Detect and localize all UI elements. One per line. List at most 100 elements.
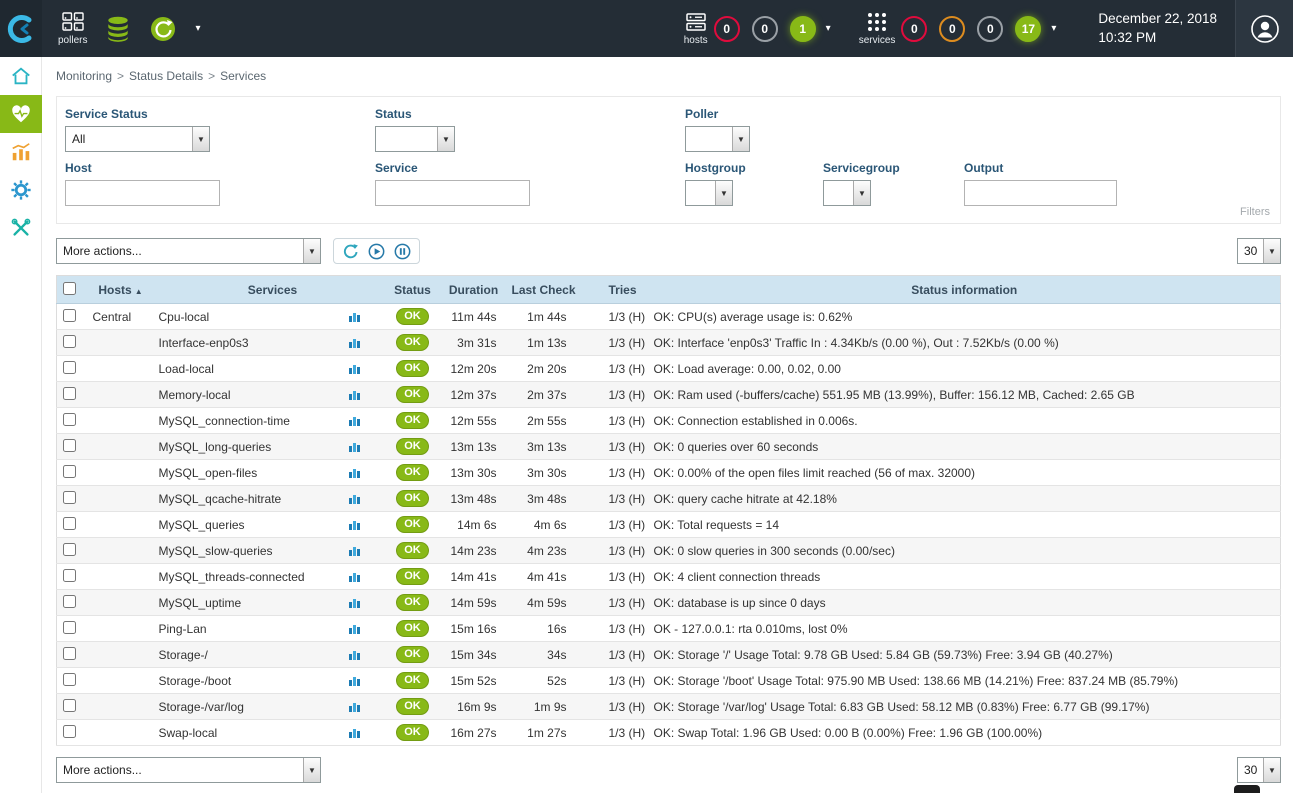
service-link[interactable]: Interface-enp0s3 <box>159 336 249 350</box>
service-link[interactable]: Storage-/var/log <box>159 700 244 714</box>
row-checkbox[interactable] <box>63 673 76 686</box>
row-checkbox[interactable] <box>63 517 76 530</box>
row-checkbox[interactable] <box>63 387 76 400</box>
row-checkbox[interactable] <box>63 465 76 478</box>
row-checkbox[interactable] <box>63 439 76 452</box>
header-duration[interactable]: Duration <box>439 276 509 304</box>
row-checkbox[interactable] <box>63 569 76 582</box>
service-link[interactable]: MySQL_uptime <box>159 596 242 610</box>
row-checkbox[interactable] <box>63 621 76 634</box>
row-checkbox[interactable] <box>63 413 76 426</box>
service-graph-icon[interactable] <box>348 700 361 713</box>
centreon-logo[interactable] <box>0 0 42 57</box>
service-graph-icon[interactable] <box>348 648 361 661</box>
service-link[interactable]: MySQL_long-queries <box>159 440 272 454</box>
service-link[interactable]: Load-local <box>159 362 214 376</box>
page-size-select-top[interactable]: 30 ▼ <box>1237 238 1281 264</box>
services-dropdown-chevron-icon[interactable]: ▾ <box>1051 23 1056 34</box>
service-link[interactable]: MySQL_slow-queries <box>159 544 273 558</box>
services-menu[interactable]: services <box>859 11 896 46</box>
user-menu[interactable] <box>1235 0 1293 57</box>
services-counter-critical[interactable]: 0 <box>901 16 927 42</box>
service-graph-icon[interactable] <box>348 388 361 401</box>
sidebar-item-administration[interactable] <box>0 209 42 247</box>
row-checkbox[interactable] <box>63 647 76 660</box>
services-counter-warning[interactable]: 0 <box>939 16 965 42</box>
hosts-counter-up[interactable]: 1 <box>790 16 816 42</box>
host-cell[interactable]: Central <box>83 304 159 330</box>
page-size-select-bottom[interactable]: 30 ▼ <box>1237 757 1281 783</box>
header-tries[interactable]: Tries <box>579 276 649 304</box>
more-actions-select-bottom[interactable]: More actions... ▼ <box>56 757 321 783</box>
service-link[interactable]: Cpu-local <box>159 310 210 324</box>
service-link[interactable]: Storage-/ <box>159 648 208 662</box>
pause-button-icon[interactable] <box>394 243 411 260</box>
row-checkbox[interactable] <box>63 335 76 348</box>
poller-select[interactable]: ▼ <box>685 126 750 152</box>
select-all-checkbox[interactable] <box>63 282 76 295</box>
header-services[interactable]: Services <box>159 276 387 304</box>
hosts-counter-down[interactable]: 0 <box>714 16 740 42</box>
service-status-select[interactable]: All ▼ <box>65 126 210 152</box>
host-input[interactable] <box>65 180 220 206</box>
service-graph-icon[interactable] <box>348 362 361 375</box>
service-link[interactable]: Ping-Lan <box>159 622 207 636</box>
row-checkbox[interactable] <box>63 699 76 712</box>
poller-latency-status[interactable] <box>149 15 177 43</box>
service-link[interactable]: MySQL_qcache-hitrate <box>159 492 282 506</box>
service-link[interactable]: MySQL_queries <box>159 518 245 532</box>
service-graph-icon[interactable] <box>348 336 361 349</box>
header-hosts[interactable]: Hosts▲ <box>83 276 159 304</box>
pollers-menu[interactable]: pollers <box>58 11 87 46</box>
service-graph-icon[interactable] <box>348 492 361 505</box>
service-input[interactable] <box>375 180 530 206</box>
database-status[interactable] <box>105 15 131 43</box>
play-button-icon[interactable] <box>368 243 385 260</box>
service-graph-icon[interactable] <box>348 674 361 687</box>
output-input[interactable] <box>964 180 1117 206</box>
service-link[interactable]: Memory-local <box>159 388 231 402</box>
hosts-counter-unreachable[interactable]: 0 <box>752 16 778 42</box>
header-status[interactable]: Status <box>387 276 439 304</box>
header-status-information[interactable]: Status information <box>649 276 1281 304</box>
hosts-dropdown-chevron-icon[interactable]: ▾ <box>826 23 831 34</box>
refresh-button-icon[interactable] <box>342 243 359 260</box>
sidebar-item-monitoring[interactable] <box>0 95 42 133</box>
row-checkbox[interactable] <box>63 725 76 738</box>
row-checkbox[interactable] <box>63 595 76 608</box>
scroll-top-button[interactable] <box>1234 785 1260 793</box>
service-graph-icon[interactable] <box>348 440 361 453</box>
service-graph-icon[interactable] <box>348 622 361 635</box>
poller-dropdown-chevron-icon[interactable]: ▾ <box>195 23 200 34</box>
row-checkbox[interactable] <box>63 361 76 374</box>
header-last-check[interactable]: Last Check <box>509 276 579 304</box>
service-link[interactable]: MySQL_threads-connected <box>159 570 305 584</box>
breadcrumb-item-status-details[interactable]: Status Details <box>129 69 203 83</box>
sidebar-item-reporting[interactable] <box>0 133 42 171</box>
row-checkbox[interactable] <box>63 491 76 504</box>
hostgroup-select[interactable]: ▼ <box>685 180 733 206</box>
service-graph-icon[interactable] <box>348 544 361 557</box>
service-graph-icon[interactable] <box>348 570 361 583</box>
sidebar-item-home[interactable] <box>0 57 42 95</box>
service-graph-icon[interactable] <box>348 726 361 739</box>
row-checkbox[interactable] <box>63 309 76 322</box>
sidebar-item-configuration[interactable] <box>0 171 42 209</box>
servicegroup-select[interactable]: ▼ <box>823 180 871 206</box>
more-actions-select-top[interactable]: More actions... ▼ <box>56 238 321 264</box>
services-counter-ok[interactable]: 17 <box>1015 16 1041 42</box>
services-counter-unknown[interactable]: 0 <box>977 16 1003 42</box>
breadcrumb-item-monitoring[interactable]: Monitoring <box>56 69 112 83</box>
status-select[interactable]: ▼ <box>375 126 455 152</box>
hosts-menu[interactable]: hosts <box>684 11 708 46</box>
service-link[interactable]: Swap-local <box>159 726 218 740</box>
service-graph-icon[interactable] <box>348 310 361 323</box>
service-graph-icon[interactable] <box>348 596 361 609</box>
service-link[interactable]: MySQL_open-files <box>159 466 258 480</box>
service-link[interactable]: Storage-/boot <box>159 674 232 688</box>
service-graph-icon[interactable] <box>348 518 361 531</box>
breadcrumb-item-services[interactable]: Services <box>220 69 266 83</box>
row-checkbox[interactable] <box>63 543 76 556</box>
service-link[interactable]: MySQL_connection-time <box>159 414 290 428</box>
service-graph-icon[interactable] <box>348 466 361 479</box>
